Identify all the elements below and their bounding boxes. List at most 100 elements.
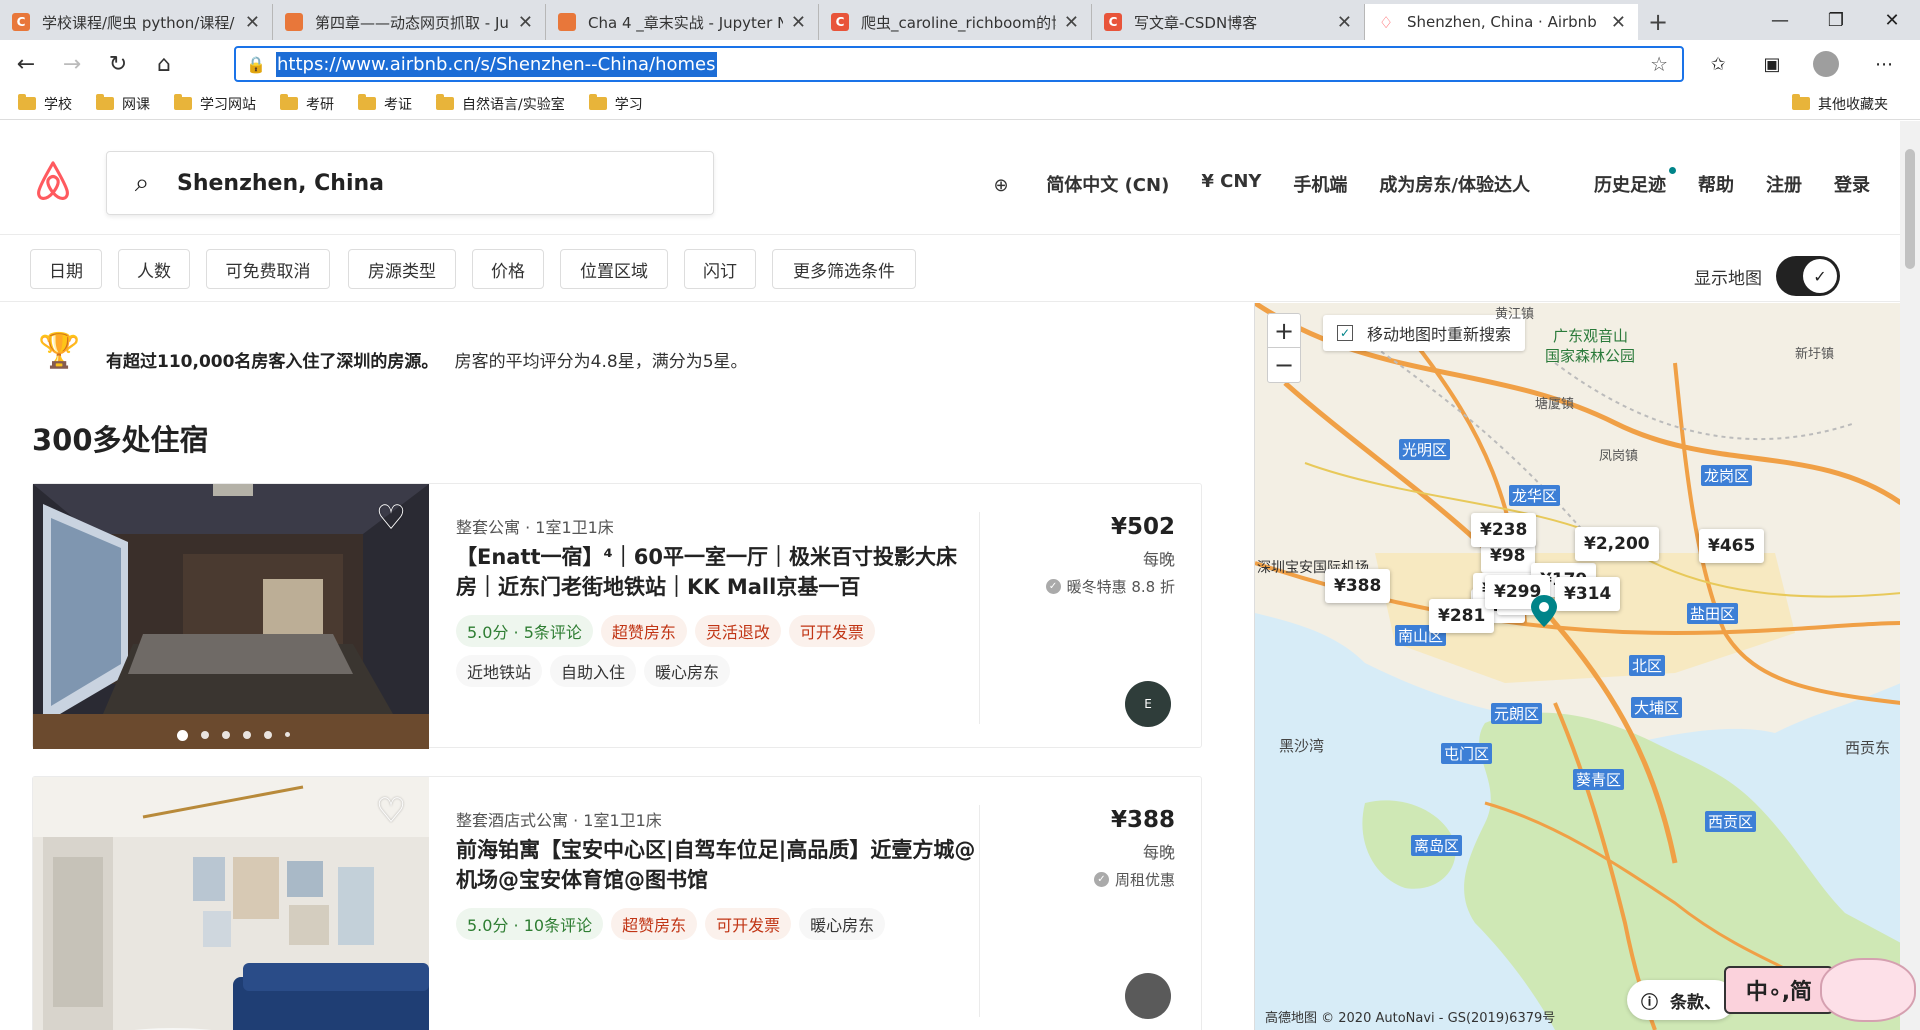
checkbox-icon[interactable]: ✓ bbox=[1337, 325, 1353, 341]
listing-tag: 暖心房东 bbox=[799, 908, 886, 940]
map-panel[interactable]: + − ✓ 移动地图时重新搜索 广东观音山 国家森林公园 新圩镇 塘厦镇 凤岗镇 … bbox=[1254, 303, 1900, 1030]
minimize-icon[interactable]: — bbox=[1752, 0, 1808, 40]
filter-price-button[interactable]: 价格 bbox=[472, 249, 544, 289]
bookmarks-bar: 学校 网课 学习网站 考研 考证 自然语言/实验室 学习 其他收藏夹 bbox=[0, 88, 1920, 120]
listing-title[interactable]: 前海铂寓【宝安中心区|自驾车位足|高品质】近壹方城@机场@宝安体育馆@图书馆 bbox=[456, 835, 976, 895]
price-pin[interactable]: ¥2,200 bbox=[1575, 527, 1659, 561]
star-icon[interactable]: ☆ bbox=[1650, 52, 1668, 76]
recenter-label: 移动地图时重新搜索 bbox=[1367, 325, 1512, 344]
listing-title[interactable]: 【Enatt一宿】⁴｜60平一室一厅｜极米百寸投影大床房｜近东门老街地铁站｜KK… bbox=[456, 542, 976, 602]
airbnb-logo-icon[interactable] bbox=[32, 159, 74, 203]
trophy-icon: 🏆 bbox=[38, 331, 81, 371]
ime-indicator[interactable]: 中∘,简 bbox=[1724, 966, 1834, 1014]
browser-tab[interactable]: 第四章——动态网页抓取 - Ju ✕ bbox=[273, 4, 546, 40]
bookmark-folder[interactable]: 学习 bbox=[588, 94, 643, 114]
bookmark-folder[interactable]: 网课 bbox=[96, 94, 150, 114]
nav-language[interactable]: ⊕ 简体中文 (CN) bbox=[962, 171, 1170, 197]
filter-location-button[interactable]: 位置区域 bbox=[560, 249, 668, 289]
browser-tab[interactable]: C 写文章-CSDN博客 ✕ bbox=[1092, 4, 1365, 40]
folder-icon bbox=[358, 94, 376, 110]
listing-card[interactable]: ♡ 整套酒店式公寓 · 1室1卫1床 前海铂寓【宝安中心区|自驾车位足|高品质】… bbox=[32, 776, 1202, 1030]
other-bookmarks-folder[interactable]: 其他收藏夹 bbox=[1792, 94, 1888, 114]
scrollbar-thumb[interactable] bbox=[1905, 149, 1915, 269]
filter-more-button[interactable]: 更多筛选条件 bbox=[772, 249, 916, 289]
more-menu-icon[interactable]: ⋯ bbox=[1856, 44, 1912, 84]
filter-dates-button[interactable]: 日期 bbox=[30, 249, 102, 289]
terms-button[interactable]: ⓘ 条款、 bbox=[1627, 980, 1735, 1020]
bookmark-folder[interactable]: 考证 bbox=[358, 94, 412, 114]
nav-signup[interactable]: 注册 bbox=[1766, 171, 1802, 197]
close-icon[interactable]: ✕ bbox=[518, 12, 533, 33]
bookmark-folder[interactable]: 考研 bbox=[280, 94, 334, 114]
listing-photo[interactable]: ♡ bbox=[33, 777, 429, 1030]
price-pin[interactable]: ¥238 bbox=[1471, 513, 1537, 547]
nav-help[interactable]: 帮助 bbox=[1698, 171, 1734, 197]
lock-icon[interactable]: 🔒 bbox=[236, 55, 276, 74]
browser-tab[interactable]: Cha 4 _章末实战 - Jupyter Nc ✕ bbox=[546, 4, 819, 40]
url-bar[interactable]: 🔒 https://www.airbnb.cn/s/Shenzhen--Chin… bbox=[234, 46, 1684, 82]
price-amount: ¥502 bbox=[1110, 514, 1175, 540]
zoom-out-icon[interactable]: − bbox=[1268, 348, 1300, 382]
filter-guests-button[interactable]: 人数 bbox=[118, 249, 190, 289]
listing-card[interactable]: ♡ 整套公寓 · 1室1卫1床 【Enatt一宿】⁴｜60平一室一厅｜极米百寸投… bbox=[32, 483, 1202, 749]
back-icon[interactable]: ← bbox=[6, 44, 46, 84]
location-pin-icon[interactable] bbox=[1531, 595, 1557, 627]
bookmark-folder[interactable]: 学校 bbox=[18, 94, 72, 114]
promo-banner: 有超过110,000名房客入住了深圳的房源。 房客的平均评分为4.8星，满分为5… bbox=[106, 347, 748, 372]
search-icon: ⌕ bbox=[134, 167, 150, 198]
nav-mobile[interactable]: 手机端 bbox=[1293, 171, 1347, 197]
close-icon[interactable]: ✕ bbox=[791, 12, 806, 33]
price-pin[interactable]: ¥465 bbox=[1699, 529, 1765, 563]
browser-tab-active[interactable]: ♢ Shenzhen, China · Airbnb ✕ bbox=[1365, 4, 1638, 40]
collections-icon[interactable]: ▣ bbox=[1744, 44, 1800, 84]
carousel-dots[interactable] bbox=[177, 730, 303, 741]
window-close-icon[interactable]: ✕ bbox=[1864, 0, 1920, 40]
folder-icon bbox=[1792, 94, 1810, 110]
filter-free-cancel-button[interactable]: 可免费取消 bbox=[206, 249, 330, 289]
listing-info: 整套酒店式公寓 · 1室1卫1床 前海铂寓【宝安中心区|自驾车位足|高品质】近壹… bbox=[456, 807, 976, 943]
district-label: 葵青区 bbox=[1573, 769, 1625, 790]
price-pin[interactable]: ¥388 bbox=[1325, 569, 1391, 603]
favorites-icon[interactable]: ✩ bbox=[1690, 44, 1746, 84]
nav-become-host[interactable]: 成为房东/体验达人 bbox=[1379, 171, 1530, 197]
tab-favicon: C bbox=[12, 13, 30, 31]
show-map-toggle[interactable]: 显示地图 ✓ bbox=[1694, 256, 1840, 296]
toggle-switch[interactable]: ✓ bbox=[1776, 256, 1840, 296]
close-icon[interactable]: ✕ bbox=[245, 12, 260, 33]
page-scrollbar[interactable] bbox=[1900, 121, 1920, 1030]
host-avatar[interactable] bbox=[1125, 973, 1171, 1019]
heart-icon[interactable]: ♡ bbox=[373, 793, 409, 829]
close-icon[interactable]: ✕ bbox=[1337, 12, 1352, 33]
profile-avatar-icon[interactable] bbox=[1798, 44, 1854, 84]
listing-photo[interactable]: ♡ bbox=[33, 484, 429, 749]
nav-currency[interactable]: ¥ CNY bbox=[1201, 171, 1261, 197]
browser-tab[interactable]: C 学校课程/爬虫 python/课程/ ✕ bbox=[0, 4, 273, 40]
listing-tag: 超赞房东 bbox=[611, 908, 698, 940]
search-box[interactable]: ⌕ Shenzhen, China bbox=[106, 151, 714, 215]
reload-icon[interactable]: ↻ bbox=[98, 44, 138, 84]
close-icon[interactable]: ✕ bbox=[1064, 12, 1079, 33]
home-icon[interactable]: ⌂ bbox=[144, 44, 184, 84]
bookmark-label: 学习网站 bbox=[200, 96, 256, 113]
new-tab-icon[interactable]: + bbox=[1638, 4, 1678, 40]
heart-icon[interactable]: ♡ bbox=[373, 500, 409, 536]
browser-tab[interactable]: C 爬虫_caroline_richboom的博 ✕ bbox=[819, 4, 1092, 40]
nav-history[interactable]: 历史足迹 bbox=[1562, 167, 1676, 197]
maximize-icon[interactable]: ❐ bbox=[1808, 0, 1864, 40]
host-avatar[interactable]: E bbox=[1125, 681, 1171, 727]
folder-icon bbox=[174, 94, 192, 110]
price-pin[interactable]: ¥314 bbox=[1555, 577, 1621, 611]
map-place-label: 国家森林公园 bbox=[1545, 347, 1636, 365]
bookmark-folder[interactable]: 学习网站 bbox=[174, 94, 256, 114]
bookmark-folder[interactable]: 自然语言/实验室 bbox=[436, 94, 565, 114]
tab-title: Cha 4 _章末实战 - Jupyter Nc bbox=[588, 13, 783, 32]
promo-text: 房客的平均评分为4.8星，满分为5星。 bbox=[454, 352, 748, 372]
zoom-in-icon[interactable]: + bbox=[1268, 314, 1300, 348]
filter-instant-book-button[interactable]: 闪订 bbox=[684, 249, 756, 289]
close-icon[interactable]: ✕ bbox=[1611, 12, 1626, 33]
filter-room-type-button[interactable]: 房源类型 bbox=[348, 249, 456, 289]
nav-login[interactable]: 登录 bbox=[1834, 171, 1870, 197]
map-place-label: 凤岗镇 bbox=[1599, 449, 1639, 464]
tab-title: 学校课程/爬虫 python/课程/ bbox=[42, 13, 235, 32]
forward-icon[interactable]: → bbox=[52, 44, 92, 84]
